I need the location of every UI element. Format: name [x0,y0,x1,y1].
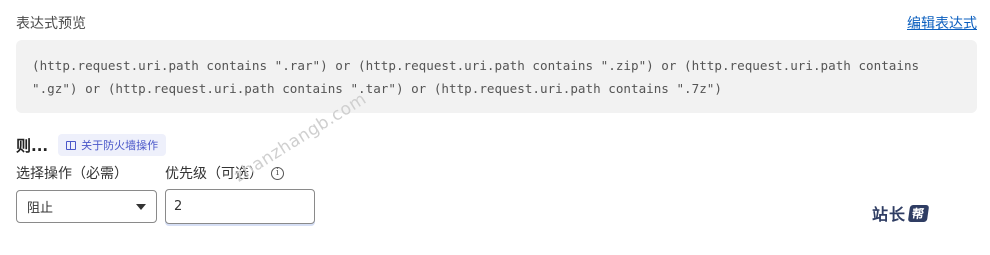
action-label: 选择操作（必需） [16,166,128,182]
action-select-value: 阻止 [27,201,54,216]
expression-preview-box: (http.request.uri.path contains ".rar") … [16,40,977,113]
priority-label-row: 优先级（可选） i [165,163,284,183]
about-firewall-actions-badge[interactable]: 关于防火墙操作 [58,134,167,156]
book-icon [66,140,77,150]
logo-text: 站长 [872,205,907,224]
info-icon[interactable]: i [271,166,284,180]
action-select[interactable]: 阻止 [16,190,157,223]
expression-preview-title: 表达式预览 [16,16,86,32]
priority-input[interactable] [165,189,315,224]
edit-expression-link[interactable]: 编辑表达式 [907,13,977,33]
priority-label: 优先级（可选） [165,166,263,182]
about-firewall-actions-label: 关于防火墙操作 [81,139,159,152]
then-label: 则... [16,136,49,155]
then-row: 则... 关于防火墙操作 [16,134,167,156]
chevron-down-icon [136,203,146,210]
expression-text: (http.request.uri.path contains ".rar") … [32,58,927,96]
logo-mark: 帮 [907,204,930,222]
site-logo: 站长 帮 [872,201,930,225]
